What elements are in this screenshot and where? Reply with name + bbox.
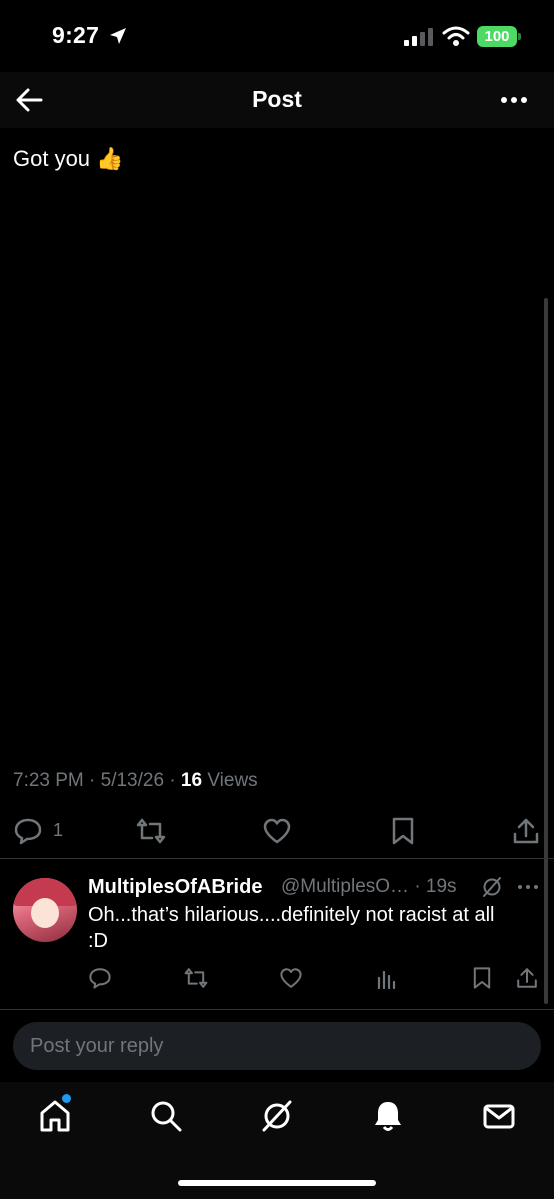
share-icon[interactable] xyxy=(511,816,541,846)
like-heart-icon[interactable] xyxy=(279,966,303,990)
reply-text: Oh...that’s hilarious....definitely not … xyxy=(88,904,495,952)
home-icon[interactable] xyxy=(37,1098,73,1134)
bottom-tab-bar xyxy=(0,1082,554,1199)
like-heart-icon[interactable] xyxy=(262,816,292,846)
reply-icon[interactable] xyxy=(13,816,43,846)
reply-item[interactable]: MultiplesOfABride @MultiplesO… · 19s Oh.… xyxy=(0,862,554,1008)
home-indicator[interactable] xyxy=(178,1180,376,1186)
wifi-icon xyxy=(442,26,470,46)
reply-author-name[interactable]: MultiplesOfABride xyxy=(88,876,262,899)
cellular-signal-icon xyxy=(404,28,433,46)
nav-header: Post xyxy=(0,72,554,128)
bookmark-icon[interactable] xyxy=(470,966,494,990)
bookmark-icon[interactable] xyxy=(388,816,418,846)
messages-icon[interactable] xyxy=(481,1098,517,1134)
share-icon[interactable] xyxy=(515,966,539,990)
status-bar: 9:27 100 xyxy=(0,0,554,72)
analytics-icon[interactable] xyxy=(375,966,399,990)
location-arrow-icon xyxy=(110,28,126,44)
reply-input[interactable] xyxy=(13,1022,541,1070)
reply-author-handle: @MultiplesO… · 19s xyxy=(281,876,457,897)
post-action-bar: 1 xyxy=(0,808,554,852)
page-title: Post xyxy=(252,86,302,112)
views-label: Views xyxy=(202,770,258,791)
more-options-icon[interactable] xyxy=(498,88,530,112)
reply-action-bar xyxy=(0,966,554,996)
views-count: 16 xyxy=(180,770,203,791)
divider xyxy=(0,858,554,859)
notification-dot xyxy=(62,1094,71,1103)
notifications-icon[interactable] xyxy=(370,1098,406,1134)
avatar[interactable] xyxy=(13,878,77,942)
thumbs-up-emoji: 👍 xyxy=(96,147,124,172)
repost-icon[interactable] xyxy=(136,816,166,846)
status-time: 9:27 xyxy=(52,22,100,48)
post-timestamp: 7:23 PM · 5/13/26 · xyxy=(13,770,181,791)
reply-icon[interactable] xyxy=(88,966,112,990)
search-icon[interactable] xyxy=(148,1098,184,1134)
reply-count: 1 xyxy=(53,820,64,840)
post-text: Got you 👍 xyxy=(13,146,124,172)
battery-indicator: 100 xyxy=(477,26,521,47)
repost-icon[interactable] xyxy=(184,966,208,990)
grok-icon[interactable] xyxy=(259,1098,295,1134)
post-text-content: Got you xyxy=(13,146,91,171)
post-meta: 7:23 PM · 5/13/26 · 16 Views xyxy=(13,770,258,792)
more-options-icon[interactable] xyxy=(516,878,540,896)
grok-icon[interactable] xyxy=(481,876,503,898)
reply-composer xyxy=(0,1010,554,1082)
